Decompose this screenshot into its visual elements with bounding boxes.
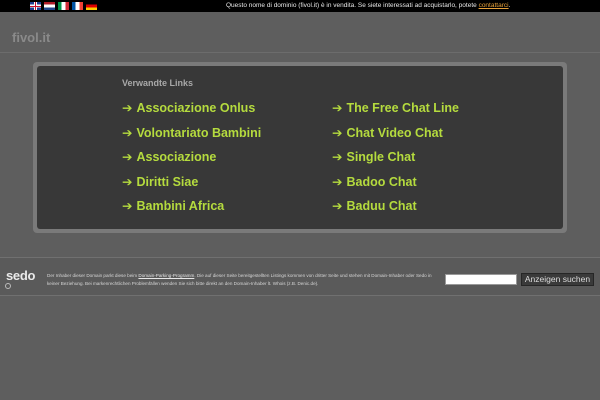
- uk-flag-icon[interactable]: [30, 2, 41, 10]
- arrow-right-icon: ➔: [332, 174, 343, 189]
- related-link-label: The Free Chat Line: [346, 101, 460, 115]
- arrow-right-icon: ➔: [332, 125, 343, 140]
- related-link-label: Associazione: [136, 150, 217, 164]
- related-link-label: Chat Video Chat: [346, 125, 443, 140]
- france-flag-icon[interactable]: [72, 2, 83, 10]
- sale-notice-end: .: [508, 2, 511, 9]
- related-link[interactable]: ➔ Associazione: [122, 148, 332, 173]
- sale-notice-text: Questo nome di dominio (fivol.it) è in v…: [226, 2, 477, 9]
- arrow-right-icon: ➔: [332, 150, 343, 164]
- domain-parking-link[interactable]: Domain-Parking-Programm: [138, 273, 194, 278]
- arrow-right-icon: ➔: [122, 174, 133, 189]
- netherlands-flag-icon[interactable]: [44, 2, 55, 10]
- germany-flag-icon[interactable]: [86, 2, 97, 10]
- parking-disclaimer: Der Inhaber dieser Domain parkt diese be…: [47, 272, 439, 288]
- related-link[interactable]: ➔ Diritti Siae: [122, 173, 332, 198]
- related-link-label: Badoo Chat: [346, 174, 417, 189]
- related-link-label: Diritti Siae: [136, 174, 199, 189]
- domain-title: fivol.it: [12, 30, 51, 45]
- related-link-label: Baduu Chat: [346, 199, 417, 213]
- related-link[interactable]: ➔ Single Chat: [332, 148, 542, 173]
- related-link[interactable]: ➔ Volontariato Bambini: [122, 124, 332, 149]
- links-column-right: ➔ The Free Chat Line ➔ Chat Video Chat ➔ Si…: [332, 99, 542, 222]
- related-link[interactable]: ➔ Associazione Onlus: [122, 99, 332, 124]
- related-links-heading: Verwandte Links: [122, 78, 194, 88]
- search-input[interactable]: [445, 274, 517, 285]
- contact-link[interactable]: contattarci: [479, 2, 509, 9]
- related-link[interactable]: ➔ Badoo Chat: [332, 173, 542, 198]
- arrow-right-icon: ➔: [332, 101, 343, 115]
- arrow-right-icon: ➔: [332, 199, 343, 213]
- disclaimer-text: Der Inhaber dieser Domain parkt diese be…: [47, 273, 138, 278]
- header-divider: [0, 52, 600, 53]
- arrow-right-icon: ➔: [122, 199, 133, 213]
- sale-notice: Questo nome di dominio (fivol.it) è in v…: [226, 1, 596, 11]
- language-flags: [30, 2, 97, 10]
- related-links-panel: Verwandte Links ➔ Associazione Onlus ➔ Vol…: [37, 66, 563, 229]
- sedo-logo-icon: [5, 283, 11, 289]
- related-link-label: Associazione Onlus: [136, 101, 256, 115]
- related-link[interactable]: ➔ Bambini Africa: [122, 197, 332, 222]
- related-link[interactable]: ➔ The Free Chat Line: [332, 99, 542, 124]
- search-ads-button[interactable]: Anzeigen suchen: [521, 273, 594, 286]
- italy-flag-icon[interactable]: [58, 2, 69, 10]
- related-link[interactable]: ➔ Chat Video Chat: [332, 124, 542, 149]
- sedo-logo[interactable]: sedo: [6, 268, 35, 283]
- related-link-label: Single Chat: [346, 150, 416, 164]
- related-link-label: Bambini Africa: [136, 199, 225, 213]
- related-link-label: Volontariato Bambini: [136, 125, 262, 140]
- arrow-right-icon: ➔: [122, 101, 133, 115]
- top-bar: Questo nome di dominio (fivol.it) è in v…: [0, 0, 600, 12]
- related-link[interactable]: ➔ Baduu Chat: [332, 197, 542, 222]
- arrow-right-icon: ➔: [122, 150, 133, 164]
- links-column-left: ➔ Associazione Onlus ➔ Volontariato Bambin…: [122, 99, 332, 222]
- arrow-right-icon: ➔: [122, 125, 133, 140]
